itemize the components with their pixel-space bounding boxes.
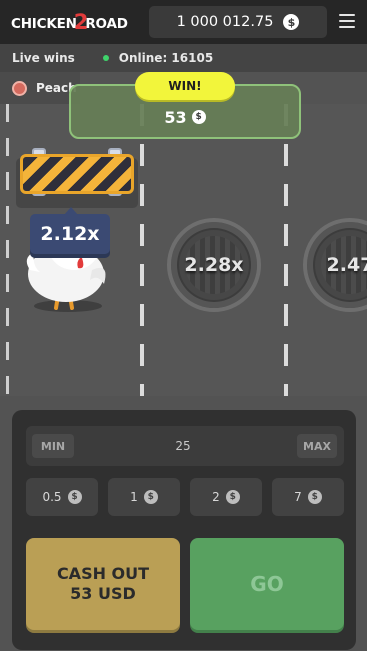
logo-word-chicken: CHICKEN xyxy=(11,16,77,32)
win-amount-value: 53 xyxy=(164,107,187,127)
road-barrier-icon xyxy=(16,148,138,208)
hamburger-menu-icon[interactable] xyxy=(339,14,355,28)
win-amount: 53 $ xyxy=(69,106,301,128)
min-stake-button[interactable]: MIN xyxy=(32,434,74,458)
manhole-multiplier: 2.28x xyxy=(184,254,244,276)
max-stake-button[interactable]: MAX xyxy=(297,434,337,458)
online-count: Online: 16105 xyxy=(118,51,214,65)
road-edge-line xyxy=(6,104,9,396)
header-bar: CHICKEN 2 ROAD 1 000 012.75 $ xyxy=(0,0,367,44)
manhole-cover[interactable]: 2.47 xyxy=(303,218,367,312)
balance-value: 1 000 012.75 xyxy=(176,14,274,30)
cash-out-button[interactable]: CASH OUT 53 USD xyxy=(26,538,180,630)
go-button[interactable]: GO xyxy=(190,538,344,630)
dollar-coin-icon: $ xyxy=(283,14,300,30)
logo-number: 2 xyxy=(73,10,89,34)
cash-out-amount: 53 USD xyxy=(70,584,136,603)
cash-out-label: CASH OUT xyxy=(56,564,150,583)
dollar-coin-icon: $ xyxy=(191,110,206,124)
quick-stake-button[interactable]: 1 $ xyxy=(108,478,180,516)
win-badge: WIN! xyxy=(135,72,235,100)
avatar xyxy=(12,80,27,96)
balance-display: 1 000 012.75 $ xyxy=(149,6,327,38)
lane-divider xyxy=(140,104,144,396)
dollar-coin-icon: $ xyxy=(67,490,82,504)
quick-stake-label: 2 xyxy=(212,490,220,504)
quick-stake-button[interactable]: 2 $ xyxy=(190,478,262,516)
live-wins-label: Live wins xyxy=(12,51,75,65)
lane-divider xyxy=(284,104,288,396)
logo-word-road: ROAD xyxy=(85,16,128,32)
dollar-coin-icon: $ xyxy=(143,490,158,504)
quick-stake-label: 1 xyxy=(130,490,138,504)
dollar-coin-icon: $ xyxy=(225,490,240,504)
game-screen: CHICKEN 2 ROAD 1 000 012.75 $ Live wins … xyxy=(0,0,367,651)
quick-stake-label: 7 xyxy=(294,490,302,504)
chicken-road-logo: CHICKEN 2 ROAD xyxy=(11,10,128,35)
quick-stake-label: 0.5 xyxy=(42,490,62,504)
manhole-multiplier: 2.47 xyxy=(326,254,367,276)
dollar-coin-icon: $ xyxy=(307,490,322,504)
live-winner-strip: Peach xyxy=(0,72,80,104)
manhole-cover[interactable]: 2.28x xyxy=(167,218,261,312)
live-wins-bar: Live wins Online: 16105 xyxy=(0,44,367,72)
stake-input[interactable]: 25 xyxy=(140,436,226,456)
online-status-dot-icon xyxy=(102,55,109,61)
quick-stake-button[interactable]: 0.5 $ xyxy=(26,478,98,516)
quick-stake-button[interactable]: 7 $ xyxy=(272,478,344,516)
chicken-multiplier-badge: 2.12x xyxy=(30,207,110,254)
